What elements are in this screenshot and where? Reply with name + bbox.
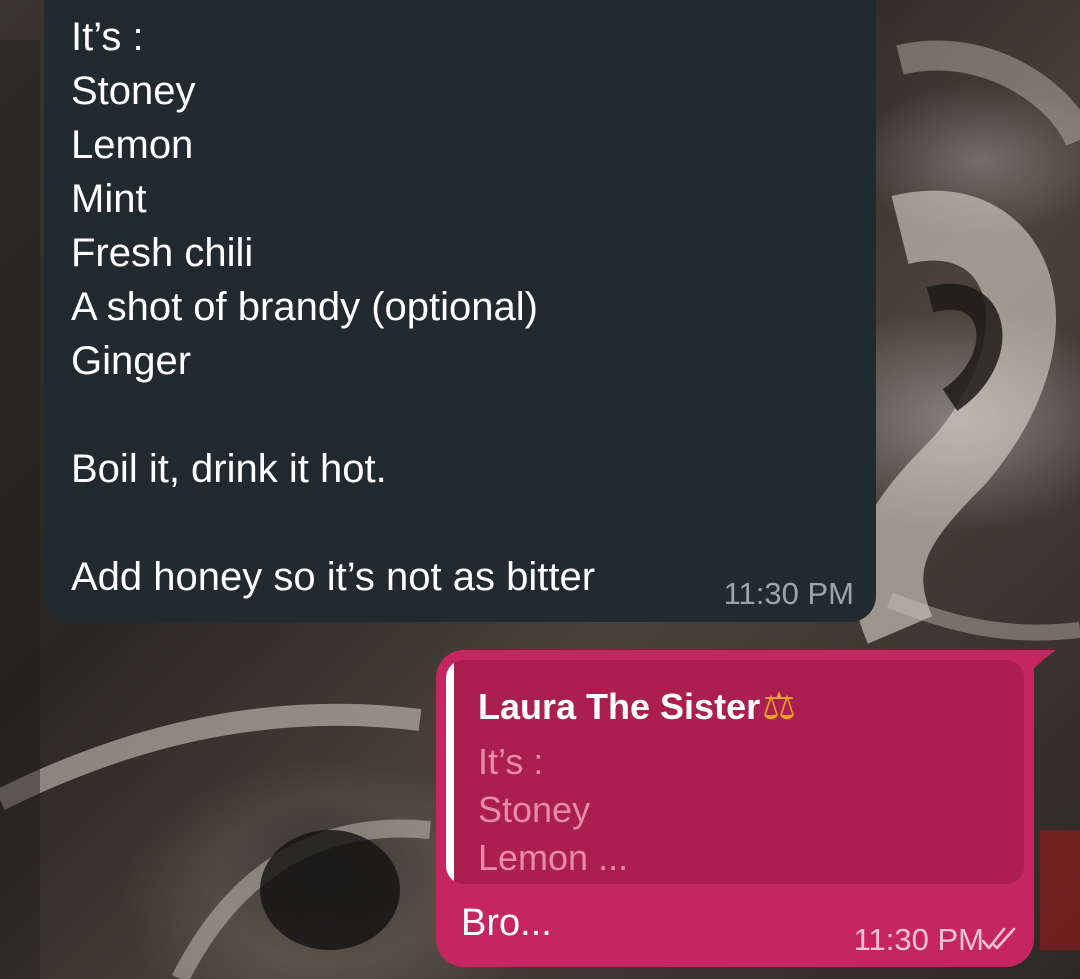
reply-accent-bar <box>446 660 454 884</box>
double-check-icon <box>982 927 1016 950</box>
reply-sender-name: Laura The Sister⚖ <box>478 684 796 729</box>
reply-preview: It’s : Stoney Lemon ... <box>478 738 628 882</box>
incoming-message-bubble[interactable]: It’s : Stoney Lemon Mint Fresh chili A s… <box>44 0 876 622</box>
message-text: Bro... <box>461 902 552 944</box>
message-line: Ginger <box>71 339 192 383</box>
reply-sender-text: Laura The Sister <box>478 686 761 727</box>
message-line: Mint <box>71 177 147 221</box>
reply-preview-line: Lemon ... <box>478 837 629 878</box>
message-line <box>71 388 876 442</box>
message-line: Lemon <box>71 123 194 167</box>
message-line <box>71 496 876 550</box>
message-line: Fresh chili <box>71 231 254 275</box>
reply-preview-line: Stoney <box>478 789 591 830</box>
message-timestamp: 11:30 PM <box>853 922 984 957</box>
message-line: Stoney <box>71 69 196 113</box>
message-line: A shot of brandy (optional) <box>71 285 538 329</box>
reply-preview-line: It’s : <box>478 741 544 782</box>
message-line: Boil it, drink it hot. <box>71 447 387 491</box>
outgoing-message-bubble[interactable]: Laura The Sister⚖ It’s : Stoney Lemon ..… <box>436 650 1034 967</box>
reply-quote[interactable]: Laura The Sister⚖ It’s : Stoney Lemon ..… <box>446 660 1024 884</box>
message-timestamp: 11:30 PM <box>723 576 854 611</box>
scales-emoji-icon: ⚖ <box>762 686 797 728</box>
message-line: It’s : <box>71 15 144 59</box>
